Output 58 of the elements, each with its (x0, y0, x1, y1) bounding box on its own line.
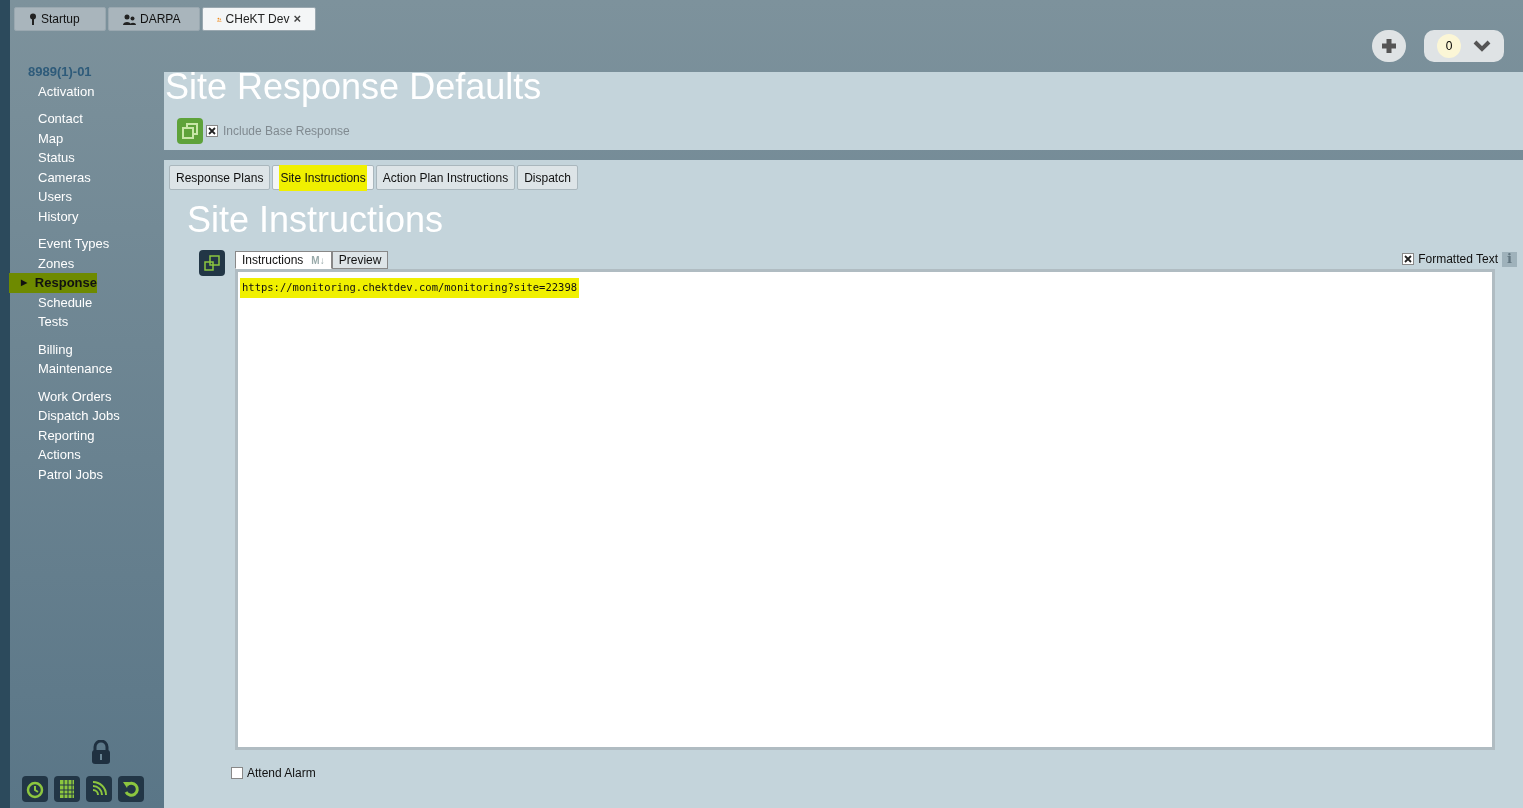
caret-icon: ▶ (21, 276, 35, 289)
tab-label: CHeKT Dev (225, 11, 290, 28)
sidebar-item[interactable]: Actions (9, 445, 164, 465)
signal-icon[interactable] (86, 776, 112, 802)
formatted-text-label: Formatted Text (1418, 251, 1498, 268)
include-base-label: Include Base Response (223, 123, 350, 140)
instructions-editor[interactable]: https://monitoring.chektdev.com/monitoring?site=22398 (235, 269, 1495, 750)
building-icon[interactable] (54, 776, 80, 802)
attend-alarm-label: Attend Alarm (247, 765, 316, 782)
section-title: Site Instructions (187, 198, 445, 242)
editor-text: https://monitoring.chektdev.com/monitoring?site=22398 (240, 278, 580, 298)
info-icon[interactable]: i (1502, 251, 1517, 267)
expand-icon[interactable] (199, 250, 225, 276)
tab[interactable]: Dispatch (517, 165, 578, 190)
lock-icon[interactable] (91, 740, 111, 764)
sidebar-item[interactable]: Reporting (9, 425, 164, 445)
add-button[interactable] (1372, 30, 1406, 62)
sidebar-item[interactable]: Maintenance (9, 359, 164, 379)
sidebar-item[interactable]: Activation (9, 81, 164, 101)
site-id: 8989(1)-01 (27, 63, 93, 81)
sidebar-item[interactable]: Dispatch Jobs (9, 406, 164, 426)
key-icon (29, 13, 37, 25)
sidebar-item[interactable]: ▶ Response (9, 273, 97, 293)
sidebar-item[interactable]: Patrol Jobs (9, 464, 164, 484)
browser-tab[interactable]: Startup (14, 7, 106, 31)
tab-label: DARPA (140, 11, 181, 28)
tab[interactable]: Action Plan Instructions (375, 165, 516, 190)
sidebar-item[interactable]: Work Orders (9, 386, 164, 406)
formatted-text-checkbox[interactable] (1402, 253, 1415, 265)
plus-icon (1380, 37, 1398, 55)
sidebar-item[interactable]: Zones (9, 253, 164, 273)
sidebar-item[interactable]: History (9, 206, 164, 226)
sidebar-item[interactable]: Users (9, 187, 164, 207)
sidebar-item[interactable]: Billing (9, 339, 164, 359)
sidebar-item[interactable]: Map (9, 128, 164, 148)
sidebar-item[interactable]: Event Types (9, 234, 164, 254)
sidebar-item[interactable]: Status (9, 148, 164, 168)
refresh-icon[interactable] (118, 776, 144, 802)
browser-tab[interactable]: DARPA (108, 7, 200, 31)
count-badge: 0 (1437, 34, 1461, 58)
sidebar-item[interactable]: Cameras (9, 167, 164, 187)
notification-menu[interactable]: 0 (1424, 30, 1504, 62)
markdown-label: M↓ (311, 253, 325, 268)
editor-tab[interactable]: Preview (331, 251, 389, 269)
editor-tab[interactable]: Instructions M↓ (235, 251, 332, 269)
alarm-clock-icon[interactable] (22, 776, 48, 802)
browser-tab[interactable]: CHeKT Dev × (202, 7, 316, 31)
close-icon[interactable]: × (293, 9, 301, 29)
attend-alarm-checkbox[interactable] (231, 767, 243, 779)
sidebar-item[interactable]: Schedule (9, 292, 164, 312)
tab[interactable]: Response Plans (169, 165, 271, 190)
tab-label: Startup (41, 11, 80, 28)
chevron-down-icon (1473, 40, 1491, 52)
include-base-checkbox[interactable] (206, 125, 218, 137)
sidebar-item[interactable]: Contact (9, 109, 164, 129)
tab[interactable]: Site Instructions (272, 165, 374, 190)
sidebar-item[interactable]: Tests (9, 312, 164, 332)
people-icon (123, 13, 136, 25)
